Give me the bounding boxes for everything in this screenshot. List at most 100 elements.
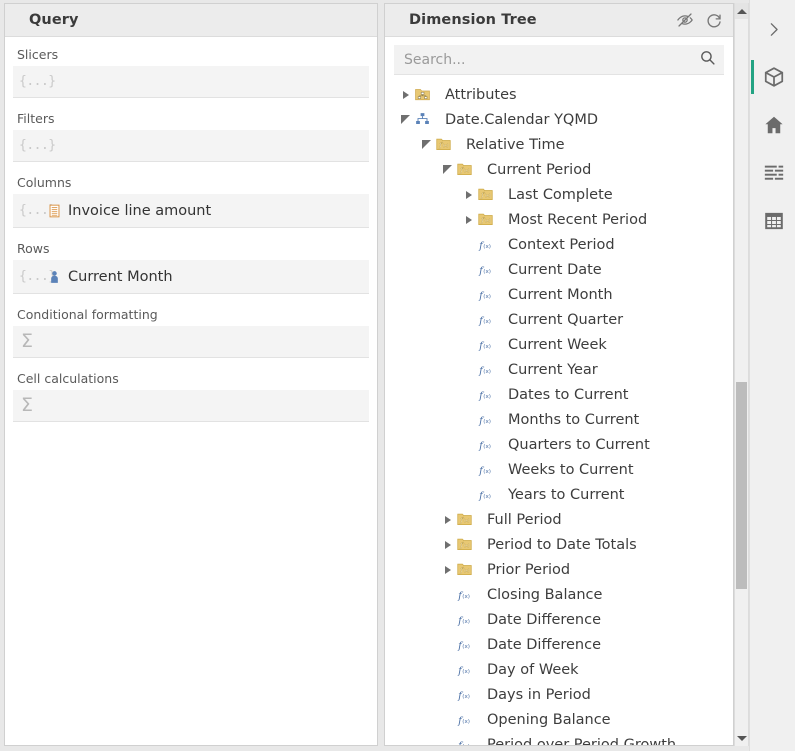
tree-node[interactable]: f (x) Days in Period xyxy=(385,682,733,707)
chevron-right-icon[interactable] xyxy=(460,190,477,199)
tree-node-label: Last Complete xyxy=(508,186,613,203)
tree-node[interactable]: f (x) Closing Balance xyxy=(385,582,733,607)
svg-text:(x): (x) xyxy=(463,568,470,574)
tree-node-label: Date Difference xyxy=(487,636,602,653)
dimension-tree-list[interactable]: Attributes Date.Calendar YQMD f (x) Relat… xyxy=(385,81,733,745)
tree-node[interactable]: f (x) Current Week xyxy=(385,332,733,357)
tree-node[interactable]: f (x) Current Month xyxy=(385,282,733,307)
query-section-label: Filters xyxy=(17,111,55,126)
query-panel-header: Query xyxy=(5,4,377,37)
fx-icon: f (x) xyxy=(477,412,501,427)
svg-text:(x): (x) xyxy=(483,269,491,275)
tree-node[interactable]: f (x) Months to Current xyxy=(385,407,733,432)
sigma-icon: Σ xyxy=(21,394,34,416)
search-box[interactable] xyxy=(394,45,724,75)
tree-node[interactable]: Date.Calendar YQMD xyxy=(385,107,733,132)
svg-text:(x): (x) xyxy=(483,294,491,300)
query-section-conditional-formatting: Conditional formatting Σ xyxy=(13,307,369,358)
query-drop-slot[interactable]: {...} xyxy=(13,130,369,162)
tree-node[interactable]: f (x) Context Period xyxy=(385,232,733,257)
tree-node[interactable]: f (x) Date Difference xyxy=(385,632,733,657)
header-actions xyxy=(676,11,723,29)
placeholder-braces-icon: {...} xyxy=(19,138,56,153)
query-section-columns: Columns {...} Invoice line amount xyxy=(13,175,369,228)
query-section-label: Slicers xyxy=(17,47,59,62)
tree-node[interactable]: f (x) Full Period xyxy=(385,507,733,532)
tree-node-label: Dates to Current xyxy=(508,386,629,403)
grid-button[interactable] xyxy=(751,200,795,242)
query-section-label: Cell calculations xyxy=(17,371,119,386)
fx-icon: f (x) xyxy=(477,362,501,377)
tree-node[interactable]: f (x) Dates to Current xyxy=(385,382,733,407)
dimension-tree-panel: Dimension Tree Search... Attributes Date… xyxy=(384,3,734,746)
tree-node-label: Closing Balance xyxy=(487,586,603,603)
query-drop-slot[interactable]: {...} xyxy=(13,66,369,98)
chevron-right-icon[interactable] xyxy=(460,215,477,224)
tree-node[interactable]: f (x) Current Date xyxy=(385,257,733,282)
chevron-right-icon[interactable] xyxy=(439,540,456,549)
svg-text:(x): (x) xyxy=(484,193,491,199)
scrollbar-thumb[interactable] xyxy=(736,382,747,589)
query-panel: Query Slicers {...} Filters {...} Columns {..… xyxy=(4,3,378,746)
search-input[interactable] xyxy=(404,51,699,68)
svg-text:(x): (x) xyxy=(462,644,470,650)
query-drop-slot[interactable]: {...} Current Month xyxy=(13,260,369,294)
query-drop-slot[interactable]: Σ xyxy=(13,326,369,358)
chevron-right-icon[interactable] xyxy=(439,515,456,524)
svg-text:(x): (x) xyxy=(483,444,491,450)
tree-node[interactable]: f (x) Most Recent Period xyxy=(385,207,733,232)
fx-folder-icon: f (x) xyxy=(456,162,480,177)
list-button[interactable] xyxy=(751,152,795,194)
attributes-folder-icon xyxy=(414,87,438,102)
home-icon xyxy=(763,114,785,136)
tree-node[interactable]: f (x) Years to Current xyxy=(385,482,733,507)
tree-node[interactable]: f (x) Prior Period xyxy=(385,557,733,582)
fx-folder-icon: f (x) xyxy=(477,187,501,202)
tree-vertical-scrollbar[interactable] xyxy=(734,3,749,746)
svg-text:(x): (x) xyxy=(462,694,470,700)
svg-text:(x): (x) xyxy=(463,168,470,174)
query-drop-slot[interactable]: {...} Invoice line amount xyxy=(13,194,369,228)
hide-empty-icon[interactable] xyxy=(676,11,694,29)
tree-node[interactable]: f (x) Current Quarter xyxy=(385,307,733,332)
tree-node[interactable]: Attributes xyxy=(385,82,733,107)
tree-node[interactable]: f (x) Day of Week xyxy=(385,657,733,682)
tree-node[interactable]: f (x) Opening Balance xyxy=(385,707,733,732)
tree-node[interactable]: f (x) Period over Period Growth xyxy=(385,732,733,746)
fx-icon: f (x) xyxy=(477,437,501,452)
tree-node[interactable]: f (x) Quarters to Current xyxy=(385,432,733,457)
query-section-label: Conditional formatting xyxy=(17,307,158,322)
tree-node[interactable]: f (x) Period to Date Totals xyxy=(385,532,733,557)
fx-icon: f (x) xyxy=(477,487,501,502)
fx-icon: f (x) xyxy=(477,462,501,477)
tree-node[interactable]: f (x) Current Year xyxy=(385,357,733,382)
home-button[interactable] xyxy=(751,104,795,146)
tree-node[interactable]: f (x) Date Difference xyxy=(385,607,733,632)
chevron-right-icon[interactable] xyxy=(439,565,456,574)
tree-node-label: Attributes xyxy=(445,86,517,103)
chevron-right-icon[interactable] xyxy=(397,90,414,99)
scroll-down-arrow[interactable] xyxy=(735,730,748,746)
cube-button[interactable] xyxy=(750,56,795,98)
scroll-up-arrow[interactable] xyxy=(735,3,748,19)
chevron-down-icon[interactable] xyxy=(439,165,456,174)
tree-node-label: Context Period xyxy=(508,236,615,253)
tree-node[interactable]: f (x) Current Period xyxy=(385,157,733,182)
query-drop-slot[interactable]: Σ xyxy=(13,390,369,422)
expand-panel-button[interactable] xyxy=(751,8,795,50)
chevron-down-icon[interactable] xyxy=(397,115,414,124)
tree-node-label: Years to Current xyxy=(508,486,625,503)
query-item-label: Current Month xyxy=(68,268,173,285)
tree-node[interactable]: f (x) Relative Time xyxy=(385,132,733,157)
refresh-icon[interactable] xyxy=(705,11,723,29)
chevron-down-icon[interactable] xyxy=(418,140,435,149)
svg-text:(x): (x) xyxy=(462,594,470,600)
fx-icon: f (x) xyxy=(477,237,501,252)
svg-text:(x): (x) xyxy=(483,369,491,375)
tree-node[interactable]: f (x) Last Complete xyxy=(385,182,733,207)
svg-text:(x): (x) xyxy=(483,394,491,400)
search-icon[interactable] xyxy=(699,49,716,70)
fx-icon: f (x) xyxy=(456,687,480,702)
tree-node-label: Quarters to Current xyxy=(508,436,650,453)
tree-node[interactable]: f (x) Weeks to Current xyxy=(385,457,733,482)
